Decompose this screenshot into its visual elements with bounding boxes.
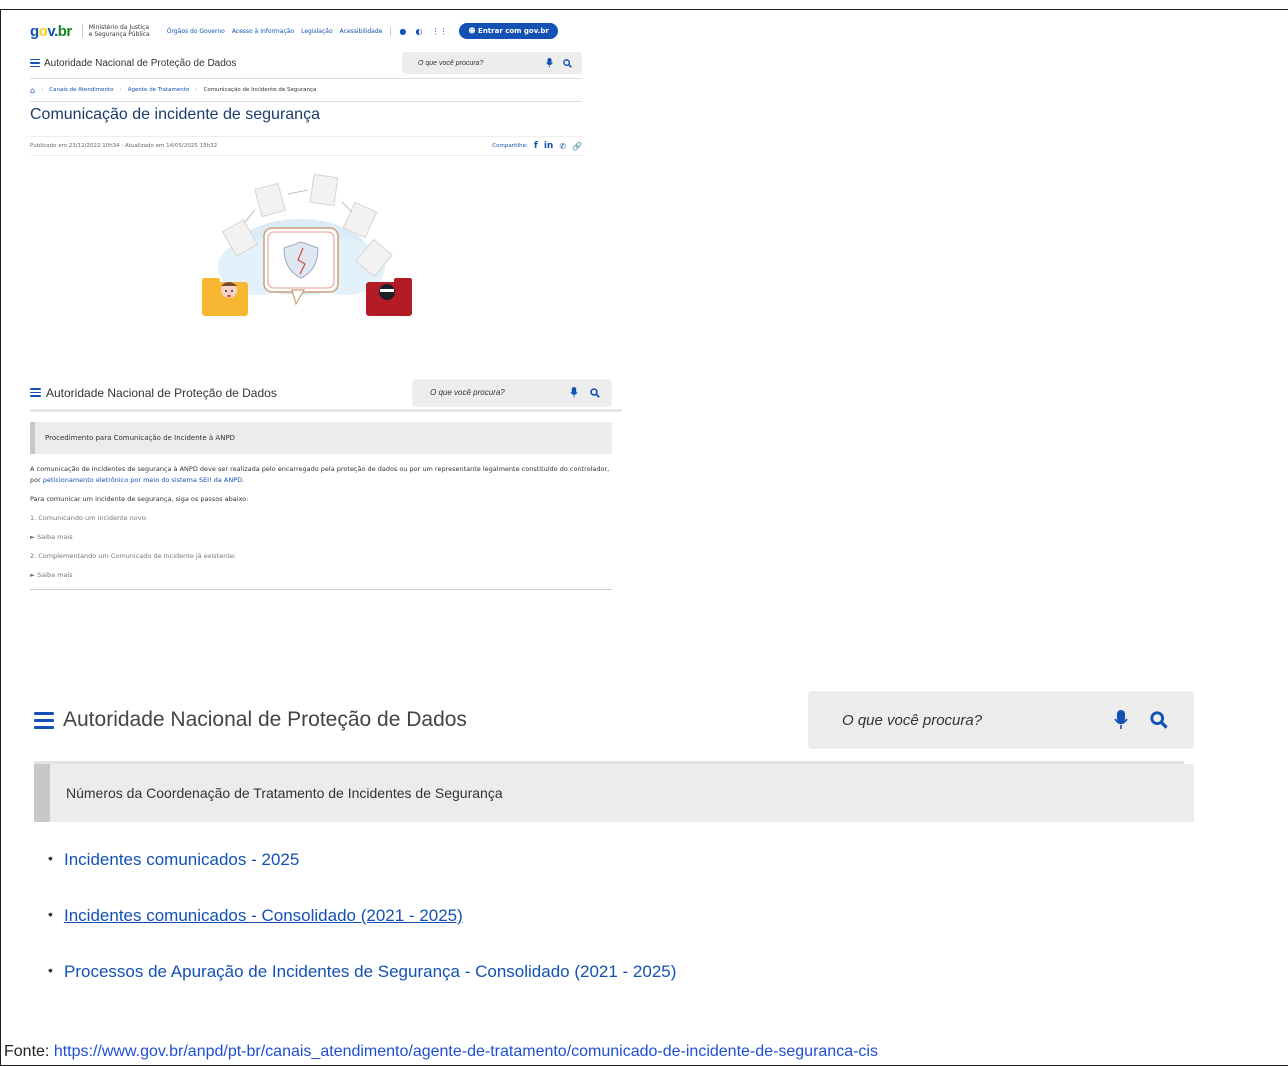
ministry-name: Ministério da Justiça e Segurança Públic… bbox=[81, 24, 152, 38]
link-incidentes-2025[interactable]: Incidentes comunicados - 2025 bbox=[64, 850, 299, 869]
login-label: Entrar com gov.br bbox=[478, 27, 549, 35]
sei-petition-link[interactable]: peticionamento eletrônico por meio do si… bbox=[43, 476, 244, 484]
login-govbr-button[interactable]: ☻ Entrar com gov.br bbox=[459, 23, 558, 39]
linkedin-icon[interactable]: in bbox=[544, 141, 554, 151]
breadcrumb-separator: › bbox=[119, 87, 122, 93]
list-item[interactable]: Processos de Apuração de Incidentes de S… bbox=[48, 962, 1194, 982]
microphone-icon[interactable] bbox=[1114, 710, 1128, 730]
site-header: Autoridade Nacional de Proteção de Dados… bbox=[30, 378, 622, 412]
search-placeholder: O que você procura? bbox=[430, 388, 505, 397]
site-title: Autoridade Nacional de Proteção de Dados bbox=[30, 386, 277, 400]
search-icon[interactable] bbox=[563, 58, 572, 68]
site-title: Autoridade Nacional de Proteção de Dados bbox=[30, 57, 236, 70]
screenshot-procedure: Autoridade Nacional de Proteção de Dados… bbox=[30, 378, 622, 590]
saiba-mais-label: Saiba mais bbox=[37, 533, 73, 541]
procedure-section-title: Procedimento para Comunicação de Inciden… bbox=[30, 422, 612, 454]
site-header: Autoridade Nacional de Proteção de Dados… bbox=[30, 48, 582, 78]
list-item[interactable]: Incidentes comunicados - 2025 bbox=[48, 850, 1194, 870]
screenshot-page-header: gov.br Ministério da Justiça e Segurança… bbox=[30, 14, 582, 332]
gov-links: Órgãos do Governo Acesso à Informação Le… bbox=[167, 28, 383, 35]
gov-link-orgaos[interactable]: Órgãos do Governo bbox=[167, 28, 225, 35]
published-date: Publicado em 23/12/2022 10h34 bbox=[30, 143, 120, 149]
search-input[interactable]: O que você procura? bbox=[808, 691, 1194, 749]
breadcrumb-item-current: Comunicação de Incidente de Segurança bbox=[203, 87, 317, 93]
breadcrumb-separator: › bbox=[195, 87, 198, 93]
whatsapp-icon[interactable]: ✆ bbox=[559, 142, 566, 151]
numbers-section-title: Números da Coordenação de Tratamento de … bbox=[34, 764, 1194, 822]
site-title: Autoridade Nacional de Proteção de Dados bbox=[34, 708, 467, 733]
search-input[interactable]: O que você procura? bbox=[412, 378, 612, 407]
search-icon[interactable] bbox=[1150, 711, 1168, 729]
procedure-body: A comunicação de incidentes de segurança… bbox=[30, 464, 612, 581]
link-processos-consolidado[interactable]: Processos de Apuração de Incidentes de S… bbox=[64, 962, 676, 981]
contrast-icon[interactable]: ◐ bbox=[415, 27, 422, 36]
source-url-link[interactable]: https://www.gov.br/anpd/pt-br/canais_ate… bbox=[54, 1043, 878, 1060]
incident-links-list: Incidentes comunicados - 2025 Incidentes… bbox=[34, 850, 1194, 982]
procedure-divider bbox=[30, 589, 612, 590]
gov-icons: ● ◐ ⋮⋮ bbox=[390, 26, 447, 36]
gov-link-acessibilidade[interactable]: Acessibilidade bbox=[340, 28, 383, 35]
hamburger-icon[interactable] bbox=[30, 57, 40, 70]
screenshot-numbers: Autoridade Nacional de Proteção de Dados… bbox=[34, 690, 1194, 1018]
site-header: Autoridade Nacional de Proteção de Dados… bbox=[34, 690, 1194, 750]
breadcrumb-separator: › bbox=[41, 87, 44, 93]
page-title: Comunicação de incidente de segurança bbox=[30, 106, 320, 123]
link-incidentes-consolidado[interactable]: Incidentes comunicados - Consolidado (20… bbox=[64, 906, 463, 925]
gov-link-acesso[interactable]: Acesso à Informação bbox=[232, 28, 294, 35]
facebook-icon[interactable]: f bbox=[534, 141, 538, 151]
breadcrumb-divider bbox=[30, 101, 582, 102]
procedure-intro: A comunicação de incidentes de segurança… bbox=[30, 464, 612, 486]
site-name-text[interactable]: Autoridade Nacional de Proteção de Dados bbox=[63, 708, 467, 732]
saiba-mais-toggle-1[interactable]: ► Saiba mais bbox=[30, 532, 612, 543]
hamburger-icon[interactable] bbox=[30, 386, 41, 399]
source-caption: Fonte: https://www.gov.br/anpd/pt-br/can… bbox=[4, 1043, 878, 1061]
updated-date: Atualizado em 14/05/2025 15h32 bbox=[125, 143, 218, 149]
site-name-text[interactable]: Autoridade Nacional de Proteção de Dados bbox=[46, 386, 277, 400]
home-icon[interactable]: ⌂ bbox=[30, 86, 35, 95]
share-label: Compartilhe: bbox=[492, 143, 528, 149]
step-1-label: 1. Comunicando um incidente novo: bbox=[30, 514, 148, 522]
site-name-text[interactable]: Autoridade Nacional de Proteção de Dados bbox=[44, 58, 236, 69]
breadcrumb-item-agente[interactable]: Agente de Tratamento bbox=[128, 87, 190, 93]
search-placeholder: O que você procura? bbox=[842, 711, 983, 729]
microphone-icon[interactable] bbox=[546, 58, 553, 68]
saiba-mais-toggle-2[interactable]: ► Saiba mais bbox=[30, 570, 612, 581]
search-icon[interactable] bbox=[590, 387, 600, 398]
step-2-label: 2. Complementando um Comunicado de Incid… bbox=[30, 552, 237, 560]
publication-meta: Publicado em 23/12/2022 10h34 | Atualiza… bbox=[30, 136, 582, 156]
user-icon: ☻ bbox=[468, 27, 479, 35]
steps-heading: Para comunicar um incidente de segurança… bbox=[30, 495, 249, 503]
gov-link-legislacao[interactable]: Legislação bbox=[301, 28, 333, 35]
link-icon[interactable]: 🔗 bbox=[572, 142, 582, 151]
search-input[interactable]: O que você procura? bbox=[402, 52, 582, 74]
list-item[interactable]: Incidentes comunicados - Consolidado (20… bbox=[48, 906, 1194, 926]
gov-top-bar: gov.br Ministério da Justiça e Segurança… bbox=[30, 14, 582, 48]
illustration-graphic bbox=[202, 173, 412, 316]
saiba-mais-label: Saiba mais bbox=[37, 571, 73, 579]
microphone-icon[interactable] bbox=[570, 387, 578, 398]
share-bar: Compartilhe: f in ✆ 🔗 bbox=[492, 141, 582, 151]
govbr-logo[interactable]: gov.br bbox=[30, 23, 72, 40]
breadcrumb-item-canais[interactable]: Canais de Atendimento bbox=[49, 87, 113, 93]
apps-icon[interactable]: ⋮⋮ bbox=[431, 27, 447, 36]
cookie-icon[interactable]: ● bbox=[399, 27, 406, 36]
hamburger-icon[interactable] bbox=[34, 708, 54, 733]
security-incident-illustration bbox=[30, 162, 582, 332]
source-label: Fonte: bbox=[4, 1043, 50, 1060]
search-placeholder: O que você procura? bbox=[418, 59, 484, 67]
breadcrumb: ⌂ › Canais de Atendimento › Agente de Tr… bbox=[30, 79, 582, 101]
